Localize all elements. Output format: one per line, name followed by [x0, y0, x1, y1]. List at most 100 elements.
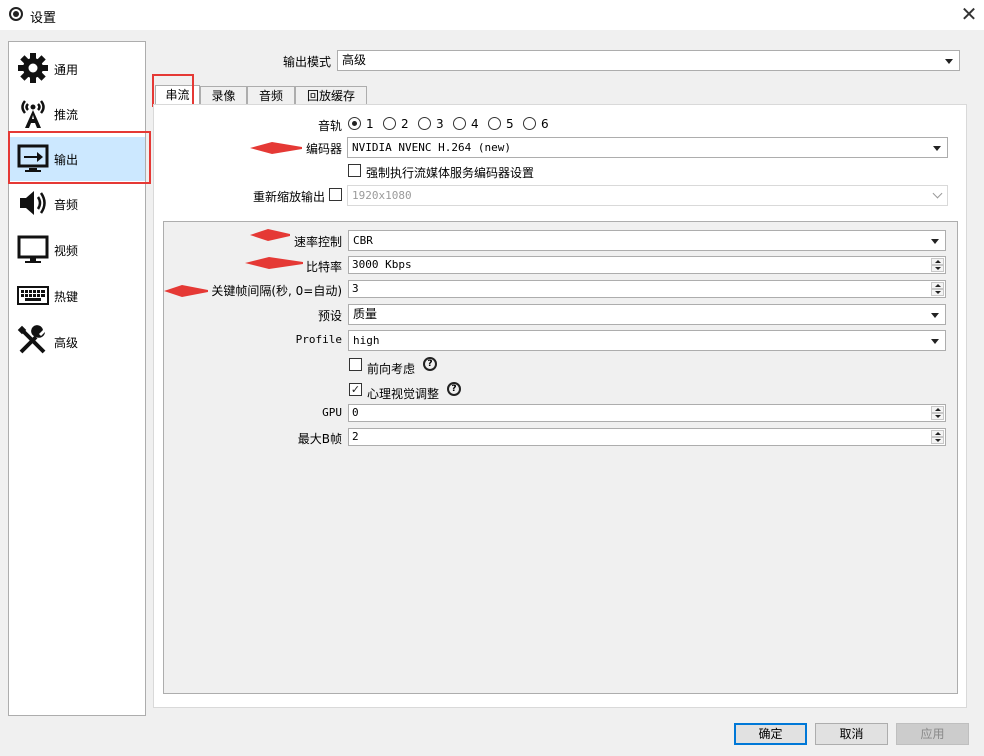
spin-up-icon[interactable] [931, 282, 944, 289]
rescale-value: 1920x1080 [352, 189, 412, 202]
tab-streaming[interactable]: 串流 [155, 85, 200, 106]
window-title: 设置 [30, 11, 57, 26]
monitor-icon [17, 235, 49, 263]
preset-label: 预设 [317, 309, 342, 323]
sidebar-item-label: 视频 [54, 244, 79, 258]
help-icon[interactable]: ? [447, 382, 461, 396]
sidebar-item-label: 高级 [54, 336, 79, 350]
rate-control-select[interactable]: CBR [348, 230, 946, 251]
tab-label: 录像 [211, 89, 236, 103]
sidebar-item-audio[interactable]: 音频 [9, 182, 145, 226]
bitrate-value: 3000 Kbps [352, 258, 412, 271]
tools-icon [17, 325, 46, 354]
output-monitor-icon [17, 144, 49, 172]
audio-track-radio-4[interactable] [453, 117, 466, 130]
sidebar-item-video[interactable]: 视频 [9, 228, 145, 272]
profile-value: high [353, 334, 380, 347]
enforce-settings-label: 强制执行流媒体服务编码器设置 [366, 166, 535, 180]
speaker-icon [20, 191, 46, 215]
lookahead-checkbox[interactable] [349, 358, 362, 371]
keyframe-interval-label: 关键帧间隔(秒, 0=自动) [211, 284, 342, 298]
chevron-down-icon [931, 313, 939, 318]
max-bframes-input[interactable]: 2 [348, 428, 946, 446]
spin-up-icon[interactable] [931, 258, 944, 265]
close-button[interactable]: ✕ [954, 0, 984, 30]
encoder-label: 编码器 [305, 142, 342, 156]
profile-label: Profile [295, 333, 342, 346]
spin-up-icon[interactable] [931, 406, 944, 413]
tab-label: 音频 [258, 89, 283, 103]
spin-down-icon[interactable] [931, 413, 944, 420]
output-mode-value: 高级 [342, 53, 367, 67]
sidebar-item-label: 通用 [54, 63, 79, 77]
audio-track-radio-6[interactable] [523, 117, 536, 130]
chevron-down-icon [931, 339, 939, 344]
psycho-visual-label: 心理视觉调整 [367, 387, 440, 401]
sidebar-item-stream[interactable]: 推流 [9, 92, 145, 136]
tab-audio[interactable]: 音频 [247, 86, 295, 106]
audio-track-radio-2[interactable] [383, 117, 396, 130]
close-icon: ✕ [960, 2, 978, 26]
tab-replay-buffer[interactable]: 回放缓存 [295, 86, 367, 106]
keyboard-icon [17, 286, 49, 305]
preset-value: 质量 [353, 307, 378, 321]
annotation-arrow [164, 285, 208, 297]
radio-label: 1 [366, 117, 374, 131]
sidebar-item-label: 音频 [54, 198, 79, 212]
tab-label: 串流 [165, 88, 190, 102]
sidebar-item-advanced[interactable]: 高级 [9, 320, 145, 364]
sidebar: 通用 推流 输出 音频 视频 热键 高级 [8, 41, 146, 716]
spin-down-icon[interactable] [931, 265, 944, 272]
psycho-visual-checkbox[interactable]: ✓ [349, 383, 362, 396]
gpu-input[interactable]: 0 [348, 404, 946, 422]
help-icon[interactable]: ? [423, 357, 437, 371]
chevron-down-icon [931, 239, 939, 244]
gpu-label: GPU [322, 406, 342, 419]
rate-control-value: CBR [353, 234, 373, 247]
tab-label: 回放缓存 [306, 89, 355, 103]
max-bframes-value: 2 [352, 430, 359, 443]
max-bframes-label: 最大B帧 [297, 432, 342, 446]
rescale-resolution-select[interactable]: 1920x1080 [347, 185, 948, 206]
spin-down-icon[interactable] [931, 437, 944, 444]
keyframe-interval-input[interactable]: 3 [348, 280, 946, 298]
rescale-checkbox[interactable] [329, 188, 342, 201]
rescale-label: 重新缩放输出 [252, 190, 325, 204]
bitrate-label: 比特率 [305, 260, 342, 274]
audio-track-radio-3[interactable] [418, 117, 431, 130]
chevron-down-icon [933, 146, 941, 151]
title-bar: 设置 ✕ [0, 0, 984, 30]
encoder-value: NVIDIA NVENC H.264 (new) [352, 141, 511, 154]
profile-select[interactable]: high [348, 330, 946, 351]
lookahead-label: 前向考虑 [367, 362, 416, 376]
ok-button[interactable]: 确定 [734, 723, 807, 745]
preset-select[interactable]: 质量 [348, 304, 946, 325]
apply-button[interactable]: 应用 [896, 723, 969, 745]
sidebar-item-label: 输出 [54, 153, 79, 167]
enforce-settings-checkbox[interactable] [348, 164, 361, 177]
audio-track-label: 音轨 [317, 119, 342, 133]
radio-label: 4 [471, 117, 479, 131]
sidebar-item-label: 热键 [54, 290, 79, 304]
radio-label: 5 [506, 117, 514, 131]
spin-down-icon[interactable] [931, 289, 944, 296]
output-mode-label: 输出模式 [283, 55, 332, 69]
rate-control-label: 速率控制 [293, 235, 342, 249]
sidebar-item-hotkeys[interactable]: 热键 [9, 274, 145, 318]
bitrate-input[interactable]: 3000 Kbps [348, 256, 946, 274]
output-mode-select[interactable]: 高级 [337, 50, 960, 71]
encoder-select[interactable]: NVIDIA NVENC H.264 (new) [347, 137, 948, 158]
gpu-value: 0 [352, 406, 359, 419]
cancel-button[interactable]: 取消 [815, 723, 888, 745]
gear-icon [18, 53, 48, 83]
audio-track-radio-5[interactable] [488, 117, 501, 130]
antenna-icon [21, 100, 45, 128]
audio-track-radio-1[interactable] [348, 117, 361, 130]
tab-recording[interactable]: 录像 [200, 86, 247, 106]
keyframe-interval-value: 3 [352, 282, 359, 295]
spin-up-icon[interactable] [931, 430, 944, 437]
chevron-down-icon [945, 59, 953, 64]
sidebar-item-general[interactable]: 通用 [9, 47, 145, 91]
sidebar-item-output[interactable]: 输出 [9, 137, 145, 181]
radio-label: 2 [401, 117, 409, 131]
